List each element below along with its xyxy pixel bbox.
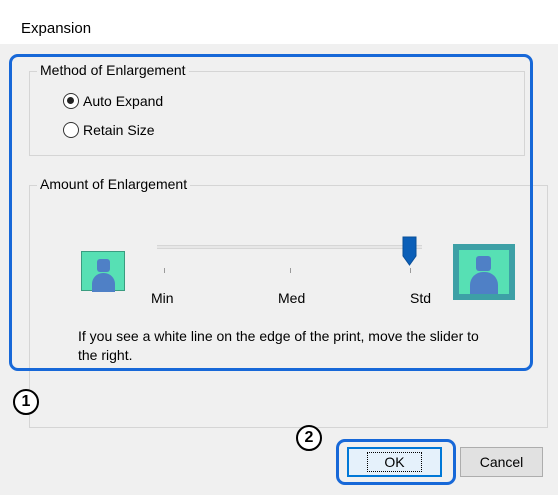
callout-2: 2 <box>296 425 322 451</box>
ok-highlight-box <box>336 439 456 485</box>
expansion-dialog: Expansion Method of Enlargement Auto Exp… <box>0 0 558 495</box>
dialog-title: Expansion <box>21 20 92 37</box>
cancel-button[interactable]: Cancel <box>460 447 543 477</box>
title-bar: Expansion <box>0 0 558 44</box>
callout-1: 1 <box>13 389 39 415</box>
cancel-button-label: Cancel <box>479 454 524 470</box>
settings-highlight-box <box>9 54 533 371</box>
